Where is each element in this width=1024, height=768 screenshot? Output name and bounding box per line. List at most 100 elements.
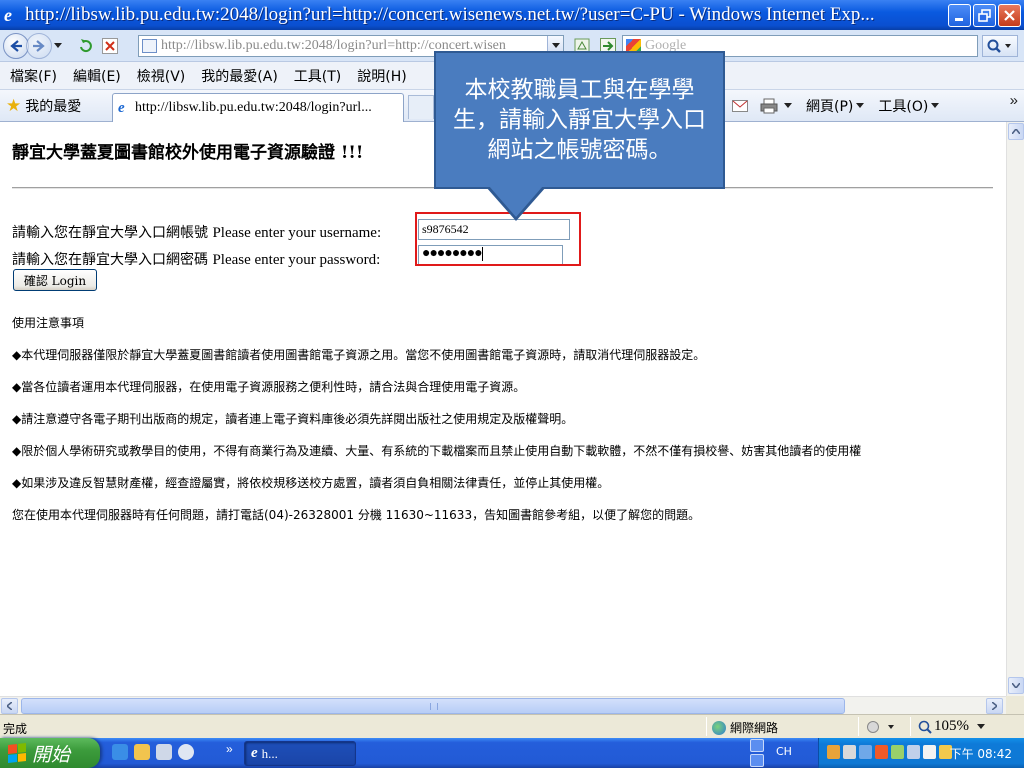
toolbar-overflow-icon[interactable]: » <box>1010 92 1018 109</box>
tab-title: http://libsw.lib.pu.edu.tw:2048/login?ur… <box>135 100 372 115</box>
taskbar-ie-window[interactable]: e h... <box>244 741 356 766</box>
close-button[interactable] <box>998 3 1021 27</box>
taskbar-scroll[interactable] <box>750 739 764 767</box>
menu-file[interactable]: 檔案(F) <box>0 66 65 86</box>
page-icon <box>142 39 157 53</box>
folder-icon[interactable] <box>134 744 150 760</box>
ie-icon: e <box>4 5 12 25</box>
login-button[interactable]: 確認 Login <box>13 269 97 291</box>
horizontal-scrollbar[interactable] <box>0 696 1006 714</box>
tray-update-icon[interactable] <box>891 745 904 759</box>
history-dropdown[interactable] <box>52 36 64 56</box>
close-icon <box>1004 9 1015 21</box>
task-label: h... <box>261 745 278 761</box>
menu-edit[interactable]: 編輯(E) <box>65 66 129 86</box>
windows-logo-icon <box>8 743 26 763</box>
menu-view[interactable]: 檢視(V) <box>129 66 194 86</box>
restore-icon <box>978 8 991 22</box>
password-label: 請輸入您在靜宜大學入口網密碼 Please enter your passwor… <box>12 249 380 269</box>
tab-active[interactable]: e http://libsw.lib.pu.edu.tw:2048/login?… <box>112 93 404 122</box>
search-icon <box>987 39 1011 53</box>
callout-tail-fill <box>489 186 543 217</box>
mail-button[interactable] <box>732 100 748 112</box>
note-item: ◆如果涉及違反智慧財產權，經查證屬實，將依校規移送校方處置，讀者須自負相關法律責… <box>12 476 610 490</box>
tools-menu-label: 工具(O) <box>878 99 929 115</box>
minimize-button[interactable] <box>948 3 971 27</box>
scroll-grip <box>430 703 438 710</box>
search-button[interactable] <box>982 35 1018 57</box>
zoom-icon <box>918 720 932 734</box>
status-divider <box>858 717 859 736</box>
scroll-up-button[interactable] <box>1008 123 1024 140</box>
tray-mail-icon[interactable] <box>923 745 936 759</box>
tray-windows-icon[interactable] <box>875 745 888 759</box>
chevron-down-icon <box>856 103 865 108</box>
protected-mode-button[interactable] <box>866 720 896 737</box>
chevron-down-icon <box>977 723 985 729</box>
stop-button[interactable] <box>100 36 120 56</box>
menu-help[interactable]: 說明(H) <box>349 66 414 86</box>
chevron-down-icon <box>54 42 62 48</box>
callout-annotation: 本校教職員工與在學學生，請輸入靜宜大學入口網站之帳號密碼。 <box>434 51 725 189</box>
scroll-left-button[interactable] <box>1 698 18 714</box>
status-divider <box>706 717 707 736</box>
note-item: ◆限於個人學術研究或教學目的使用，不得有商業行為及連續、大量、有系統的下載檔案而… <box>12 444 862 458</box>
quick-launch-overflow-icon[interactable]: » <box>226 742 233 756</box>
messenger-icon[interactable] <box>178 744 194 760</box>
note-item: ◆本代理伺服器僅限於靜宜大學蓋夏圖書館讀者使用圖書館電子資源之用。當您不使用圖書… <box>12 348 706 362</box>
ie-icon: e <box>251 745 258 761</box>
refresh-button[interactable] <box>76 36 96 56</box>
scroll-right-button[interactable] <box>986 698 1003 714</box>
chevron-left-icon <box>7 702 12 710</box>
restore-button[interactable] <box>973 3 996 27</box>
favorites-button[interactable]: ★ 我的最愛 <box>6 96 81 116</box>
refresh-icon <box>80 38 92 52</box>
forward-arrow-icon <box>33 39 45 52</box>
chevron-down-icon <box>1012 683 1020 688</box>
tray-monitor-icon[interactable] <box>859 745 872 759</box>
tools-menu-button[interactable]: 工具(O) <box>878 96 941 116</box>
vertical-scrollbar[interactable] <box>1006 122 1024 696</box>
username-label: 請輸入您在靜宜大學入口網帳號 Please enter your usernam… <box>12 222 381 242</box>
username-label-zh: 請輸入您在靜宜大學入口網帳號 <box>12 225 208 241</box>
tray-network-icon[interactable] <box>843 745 856 759</box>
forward-button[interactable] <box>26 32 52 59</box>
menu-favorites[interactable]: 我的最愛(A) <box>193 66 286 86</box>
star-icon: ★ <box>6 96 22 116</box>
clock: 下午 08:42 <box>949 747 1012 761</box>
page-title: 靜宜大學蓋夏圖書館校外使用電子資源驗證 !!! <box>12 143 364 163</box>
scroll-corner <box>1006 696 1024 714</box>
zoom-control[interactable]: 105% <box>918 718 987 735</box>
zoom-level: 105% <box>934 718 969 734</box>
chevron-down-icon <box>784 103 792 108</box>
notes-title: 使用注意事項 <box>12 316 85 330</box>
scroll-down-button[interactable] <box>1008 677 1024 694</box>
tray-app-icon[interactable] <box>827 745 840 759</box>
taskbar-scroll-down[interactable] <box>750 754 764 767</box>
username-label-en: Please enter your username: <box>212 225 382 241</box>
taskbar-scroll-up[interactable] <box>750 739 764 752</box>
menu-tools[interactable]: 工具(T) <box>286 66 349 86</box>
scroll-thumb[interactable] <box>21 698 845 714</box>
security-zone[interactable]: 網際網路 <box>712 719 778 736</box>
note-item: ◆當各位讀者運用本代理伺服器，在使用電子資源服務之便利性時，請合法與合理使用電子… <box>12 380 526 394</box>
tray-speaker-icon[interactable] <box>907 745 920 759</box>
media-icon[interactable] <box>156 744 172 760</box>
page-menu-button[interactable]: 網頁(P) <box>806 96 866 116</box>
start-button[interactable]: 開始 <box>0 738 100 768</box>
taskbar: 開始 » e h... CH 下午 08:42 <box>0 738 1024 768</box>
print-button[interactable] <box>760 98 794 114</box>
contact-note: 您在使用本代理伺服器時有任何問題，請打電話(04)-26328001 分機 11… <box>12 508 701 522</box>
chevron-down-icon <box>931 103 940 108</box>
printer-icon <box>760 98 778 114</box>
zone-label: 網際網路 <box>730 721 779 735</box>
page-menu-label: 網頁(P) <box>806 99 854 115</box>
quick-launch <box>112 744 194 760</box>
ie-quicklaunch-icon[interactable] <box>112 744 128 760</box>
status-text: 完成 <box>3 722 28 736</box>
password-label-en: Please enter your password: <box>212 252 381 268</box>
new-tab-button[interactable] <box>408 95 434 119</box>
language-indicator[interactable]: CH <box>776 745 792 758</box>
minimize-icon <box>955 17 963 21</box>
chevron-down-icon <box>551 43 560 48</box>
